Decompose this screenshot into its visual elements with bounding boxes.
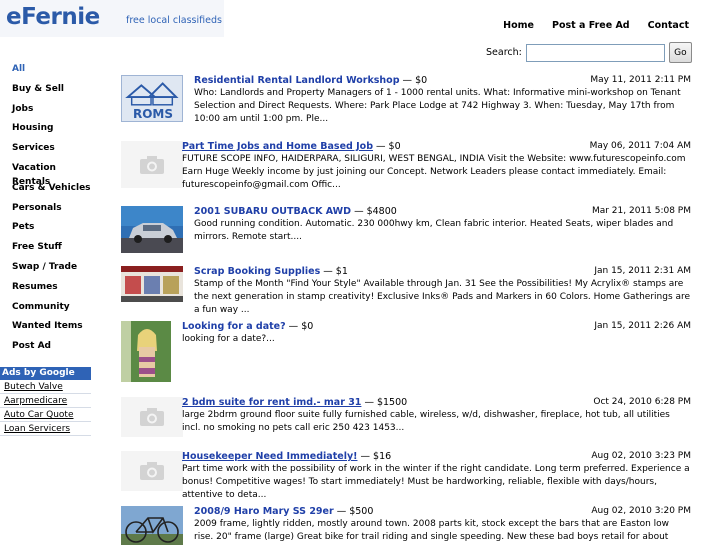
nav-post-ad-link[interactable]: Post a Free Ad [552, 20, 630, 31]
listing-description: Stamp of the Month "Find Your Style" Ava… [194, 279, 691, 315]
listing-date: May 11, 2011 2:11 PM [590, 75, 691, 85]
listing-title-link[interactable]: 2008/9 Haro Mary SS 29er [194, 506, 334, 517]
sidebar-item-services[interactable]: Services [0, 141, 92, 161]
listing-title-link[interactable]: Scrap Booking Supplies [194, 266, 320, 277]
listing-price: — $1 [323, 266, 348, 277]
listing-date: Jan 15, 2011 2:31 AM [594, 266, 691, 276]
sidebar-item-free-stuff[interactable]: Free Stuff [0, 240, 92, 260]
listing-description: 2009 frame, lightly ridden, mostly aroun… [194, 519, 670, 542]
listing-date: Jan 15, 2011 2:26 AM [594, 321, 691, 331]
bike-photo-thumbnail[interactable] [121, 506, 183, 545]
search-button[interactable]: Go [668, 42, 692, 63]
listing-item: ROMS BC Residential Rental Landlord Work… [121, 75, 691, 124]
listing-title-link[interactable]: 2 bdm suite for rent imd.- mar 31 [182, 397, 361, 408]
listing-price: — $0 [402, 75, 428, 86]
listing-date: Aug 02, 2010 3:23 PM [591, 451, 691, 461]
sidebar-item-pets[interactable]: Pets [0, 220, 92, 240]
search-input[interactable] [525, 43, 665, 62]
sidebar-item-housing[interactable]: Housing [0, 121, 92, 141]
site-tagline: free local classifieds [126, 15, 222, 26]
listing-item: 2001 SUBARU OUTBACK AWD — $4800 Mar 21, … [121, 206, 691, 254]
listing-title-link[interactable]: Looking for a date? [182, 321, 286, 332]
ad-link[interactable]: Auto Car Quote [0, 408, 91, 422]
listing-price: — $0 [376, 141, 401, 152]
sidebar-item-vacation-rentals[interactable]: Vacation Rentals [0, 161, 92, 187]
top-navigation: Home Post a Free Ad Contact [503, 20, 689, 31]
ad-link[interactable]: Loan Servicers [0, 422, 91, 436]
listing-price: — $0 [288, 321, 314, 332]
listing-title-link[interactable]: Residential Rental Landlord Workshop [194, 75, 400, 86]
camera-icon [140, 155, 164, 174]
listing-date: Mar 21, 2011 5:08 PM [591, 206, 691, 216]
listing-description: Good running condition. Automatic. 230 0… [194, 219, 674, 242]
listing-title-link[interactable]: Housekeeper Need Immediately! [182, 451, 357, 462]
sidebar-item-cars-vehicles[interactable]: Cars & Vehicles [0, 181, 92, 201]
thumbnail-placeholder[interactable] [121, 451, 183, 491]
sidebar-item-wanted-items[interactable]: Wanted Items [0, 319, 92, 339]
listing-description: looking for a date?... [182, 334, 275, 344]
car-photo-thumbnail[interactable] [121, 206, 183, 253]
listing-price: — $16 [360, 451, 392, 462]
car-icon [121, 206, 183, 253]
listing-date: Oct 24, 2010 6:28 PM [593, 397, 691, 407]
search-bar: Search: Go [486, 42, 692, 63]
sidebar-item-resumes[interactable]: Resumes [0, 280, 92, 300]
roms-logo-thumbnail[interactable]: ROMS BC [121, 75, 183, 122]
search-label: Search: [486, 47, 522, 58]
site-logo[interactable]: eFernie free local classifieds [0, 0, 224, 37]
listing-title-link[interactable]: Part Time Jobs and Home Based Job [182, 141, 373, 152]
sidebar-item-swap-trade[interactable]: Swap / Trade [0, 260, 92, 280]
person-icon [121, 321, 171, 382]
listing-item: Scrap Booking Supplies — $1 Jan 15, 2011… [121, 266, 691, 315]
sidebar-item-jobs[interactable]: Jobs [0, 102, 92, 122]
ad-link[interactable]: Butech Valve [0, 380, 91, 394]
thumbnail-placeholder[interactable] [121, 141, 183, 188]
person-photo-thumbnail[interactable] [121, 321, 171, 382]
thumbnail-text: ROMS BC [132, 107, 174, 121]
sidebar-item-personals[interactable]: Personals [0, 201, 92, 221]
listing-item: Looking for a date? — $0 Jan 15, 2011 2:… [121, 321, 691, 382]
category-sidebar: All Buy & Sell Jobs Housing Services Vac… [0, 62, 92, 359]
listing-title-link[interactable]: 2001 SUBARU OUTBACK AWD [194, 206, 351, 217]
bicycle-icon [121, 506, 183, 545]
ad-link[interactable]: Aarpmedicare [0, 394, 91, 408]
sidebar-item-all[interactable]: All [0, 62, 92, 82]
logo-text[interactable]: eFernie [6, 4, 100, 30]
thumbnail-placeholder[interactable] [121, 397, 183, 437]
stamp-image [121, 266, 183, 302]
listing-item: Housekeeper Need Immediately! — $16 Aug … [121, 451, 691, 500]
google-ads-box: Ads by Google Butech Valve Aarpmedicare … [0, 367, 91, 436]
camera-icon [140, 408, 164, 426]
ads-heading[interactable]: Ads by Google [0, 367, 91, 380]
camera-icon [140, 462, 164, 480]
stamp-ad-thumbnail[interactable] [121, 266, 183, 302]
sidebar-item-community[interactable]: Community [0, 300, 92, 320]
listing-description: large 2bdrm ground floor suite fully fur… [182, 410, 670, 433]
nav-home-link[interactable]: Home [503, 20, 534, 31]
listing-description: FUTURE SCOPE INFO, HAIDERPARA, SILIGURI,… [182, 154, 686, 190]
listing-date: Aug 02, 2010 3:20 PM [591, 506, 691, 516]
listing-price: — $500 [336, 506, 374, 517]
listing-description: Who: Landlords and Property Managers of … [194, 88, 681, 124]
sidebar-item-buy-sell[interactable]: Buy & Sell [0, 82, 92, 102]
listing-price: — $1500 [364, 397, 408, 408]
listing-item: 2008/9 Haro Mary SS 29er — $500 Aug 02, … [121, 506, 691, 545]
listing-price: — $4800 [354, 206, 397, 217]
listing-item: Part Time Jobs and Home Based Job — $0 M… [121, 141, 691, 190]
nav-contact-link[interactable]: Contact [648, 20, 689, 31]
listing-date: May 06, 2011 7:04 AM [589, 141, 691, 151]
listing-description: Part time work with the possibility of w… [182, 464, 690, 500]
listing-item: 2 bdm suite for rent imd.- mar 31 — $150… [121, 397, 691, 445]
sidebar-item-post-ad[interactable]: Post Ad [0, 339, 92, 359]
